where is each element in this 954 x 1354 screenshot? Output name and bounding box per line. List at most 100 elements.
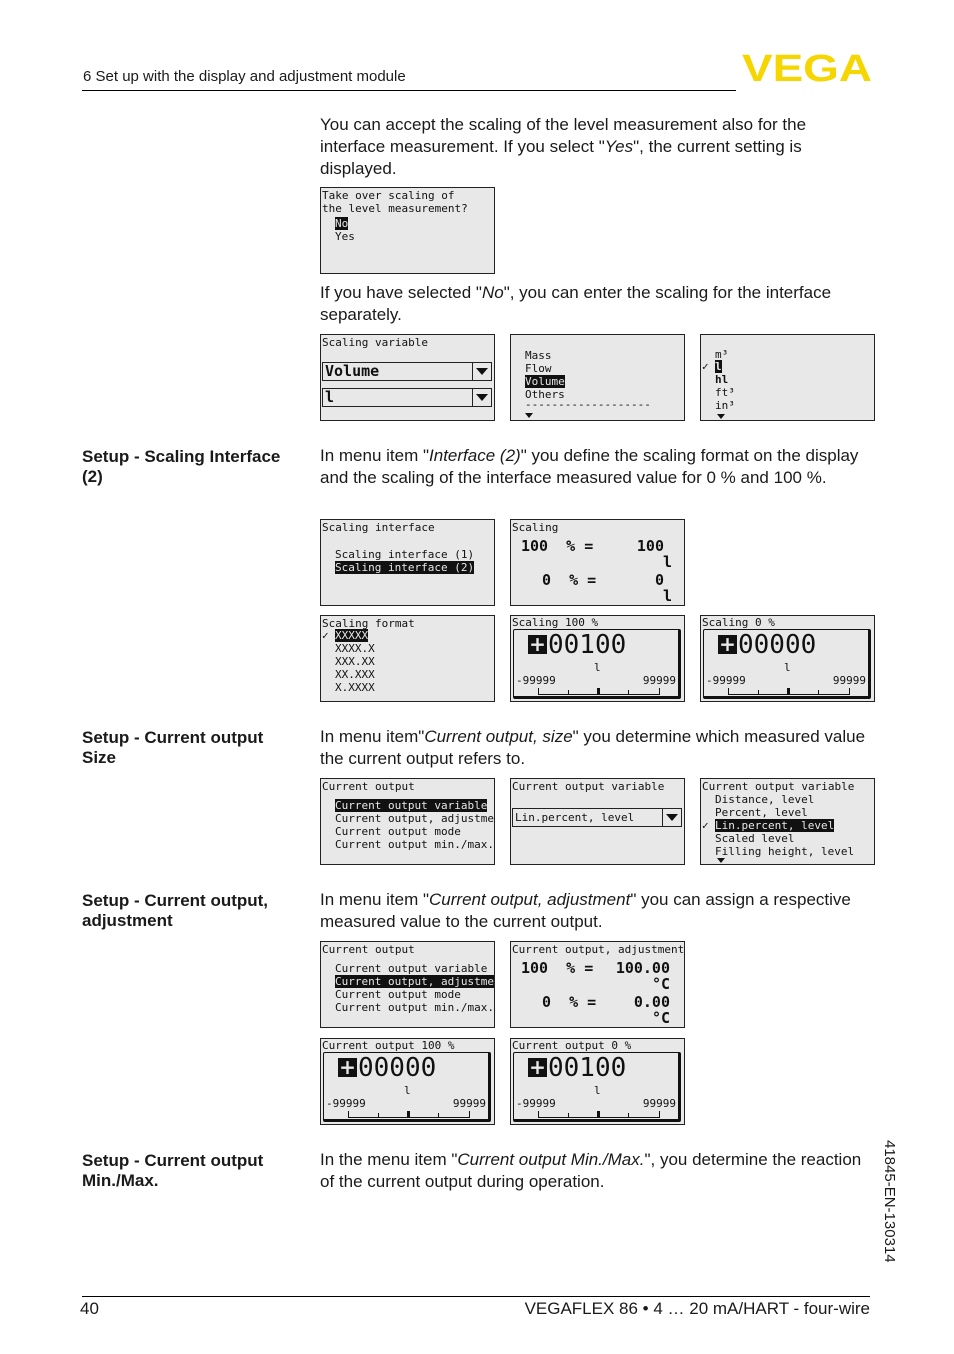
value-digits[interactable]: 00100 (548, 631, 626, 659)
range-max: 99999 (452, 1097, 486, 1110)
menu-item-selected[interactable]: Current output, adjustment (335, 975, 494, 988)
range-min: -99999 (326, 1097, 366, 1110)
row-value-100: 100.00 (615, 959, 670, 977)
format-option[interactable]: XX.XXX (335, 668, 375, 681)
display-scaling-overview: Scaling 100 % = 100 l 0 % = 0 l (510, 519, 685, 606)
chapter-title: 6 Set up with the display and adjustment… (83, 68, 406, 85)
list-item-selected[interactable]: Volume (525, 375, 565, 388)
value-editor[interactable]: + 00100 l -99999 99999 (513, 629, 681, 699)
dropdown-arrow-icon (662, 809, 681, 826)
menu-item-selected[interactable]: Current output variable (335, 799, 488, 812)
range-min: -99999 (706, 674, 746, 687)
value-editor[interactable]: + 00000 l -99999 99999 (703, 629, 871, 699)
logo-text: VEGA (742, 52, 872, 82)
checkmark-icon: ✓ (702, 360, 709, 373)
sign-toggle[interactable]: + (528, 634, 547, 654)
display-title: Current output 100 % (322, 1039, 455, 1052)
scroll-down-icon[interactable] (717, 414, 725, 419)
display-current-output-0: Current output 0 % + 00100 l -99999 9999… (510, 1038, 685, 1125)
list-item[interactable]: ft³ (715, 386, 735, 399)
current-output-variable-dropdown[interactable]: Lin.percent, level (512, 808, 682, 827)
row-percent-0: 0 % = (542, 571, 597, 589)
list-item[interactable]: Mass (525, 349, 552, 362)
footer-divider (82, 1296, 870, 1297)
row-value-0: 0 (654, 571, 664, 589)
range-min: -99999 (516, 1097, 556, 1110)
section-text-scaling-interface: In menu item "Interface (2)" you define … (320, 446, 859, 487)
display-title: Current output, adjustment (512, 943, 685, 956)
display-title: Scaling (512, 521, 559, 534)
list-item[interactable]: Percent, level (715, 806, 808, 819)
sign-toggle[interactable]: + (338, 1057, 357, 1077)
list-item[interactable]: Distance, level (715, 793, 814, 806)
menu-item[interactable]: Current output mode (335, 988, 461, 1001)
value-digits[interactable]: 00100 (548, 1054, 626, 1082)
menu-item[interactable]: Current output min./max. (335, 838, 494, 851)
display-current-output-100: Current output 100 % + 00000 l -99999 99… (320, 1038, 495, 1125)
format-option[interactable]: XXX.XX (335, 655, 375, 668)
scroll-down-icon[interactable] (525, 413, 533, 418)
display-current-output-menu: Current output Current output variable C… (320, 778, 495, 865)
format-option-selected[interactable]: XXXXX (335, 629, 369, 642)
display-unit-list: m³ ✓ l hl ft³ in³ (700, 334, 875, 421)
intro-paragraph-1: You can accept the scaling of the level … (320, 115, 807, 178)
display-title: Current output variable (512, 780, 665, 793)
display-title: Current output (322, 943, 415, 956)
value-editor[interactable]: + 00000 l -99999 99999 (323, 1052, 491, 1122)
list-item[interactable]: in³ (715, 399, 735, 412)
sign-toggle[interactable]: + (528, 1057, 547, 1077)
menu-item[interactable]: Scaling interface (1) (335, 548, 474, 561)
format-option[interactable]: XXXX.X (335, 642, 375, 655)
list-item-selected[interactable]: l (715, 360, 722, 373)
value-editor[interactable]: + 00100 l -99999 99999 (513, 1052, 681, 1122)
range-scale (538, 1111, 660, 1118)
range-min: -99999 (516, 674, 556, 687)
unit-label: l (784, 661, 791, 674)
value-digits[interactable]: 00000 (358, 1054, 436, 1082)
checkmark-icon: ✓ (702, 819, 709, 832)
footer-document-title: VEGAFLEX 86 • 4 … 20 mA/HART - four-wire (524, 1299, 870, 1318)
row-value-100: 100 (636, 537, 664, 555)
option-no-selected[interactable]: No (335, 217, 349, 230)
value-digits[interactable]: 00000 (738, 631, 816, 659)
menu-item[interactable]: Current output min./max. (335, 1001, 494, 1014)
range-max: 99999 (832, 674, 866, 687)
format-option[interactable]: X.XXXX (335, 681, 375, 694)
menu-item[interactable]: Current output mode (335, 825, 461, 838)
display-title: Current output (322, 780, 415, 793)
row-unit-100: °C (651, 975, 670, 993)
list-item[interactable]: hl (715, 373, 728, 386)
dropdown-arrow-icon (472, 389, 491, 406)
menu-item-selected[interactable]: Scaling interface (2) (335, 561, 475, 574)
row-unit-0: °C (651, 1009, 670, 1027)
section-heading-current-output-minmax: Setup - Current output Min./Max. (82, 1151, 264, 1190)
unit-label: l (594, 1084, 601, 1097)
range-scale (348, 1111, 470, 1118)
display-scaling-0: Scaling 0 % + 00000 l -99999 99999 (700, 615, 875, 702)
display-line: the level measurement? (322, 202, 468, 215)
menu-item[interactable]: Current output variable (335, 962, 487, 975)
list-item[interactable]: Scaled level (715, 832, 794, 845)
row-percent-100: 100 % = (521, 537, 594, 555)
section-heading-scaling-interface: Setup - Scaling Interface (2) (82, 447, 281, 486)
scaling-variable-dropdown[interactable]: Volume (322, 362, 492, 381)
option-yes[interactable]: Yes (335, 230, 355, 243)
display-title: Scaling interface (322, 521, 435, 534)
display-scaling-variable: Scaling variable Volume l (320, 334, 495, 421)
list-separator: ------------------- (525, 398, 651, 411)
display-line: Take over scaling of (322, 189, 455, 202)
scroll-down-icon[interactable] (717, 858, 725, 863)
list-item[interactable]: Flow (525, 362, 552, 375)
sign-toggle[interactable]: + (718, 634, 737, 654)
dropdown-arrow-icon (472, 363, 491, 380)
dropdown-value: Lin.percent, level (515, 811, 635, 824)
list-item[interactable]: Filling height, level (715, 845, 854, 858)
range-scale (538, 688, 660, 695)
display-title: Scaling variable (322, 336, 428, 349)
unit-label: l (594, 661, 601, 674)
row-value-0: 0.00 (633, 993, 670, 1011)
list-item-selected[interactable]: Lin.percent, level (715, 819, 835, 832)
unit-dropdown[interactable]: l (322, 388, 492, 407)
display-title: Current output 0 % (512, 1039, 632, 1052)
menu-item[interactable]: Current output, adjustment (335, 812, 494, 825)
